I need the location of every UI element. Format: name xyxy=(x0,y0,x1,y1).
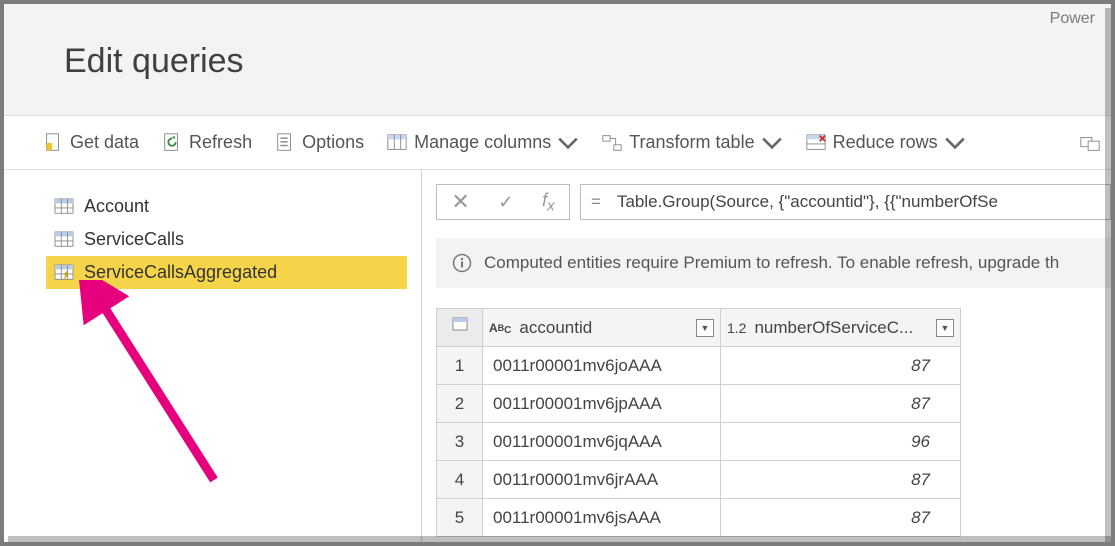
manage-columns-label: Manage columns xyxy=(414,132,551,153)
toolbar: Get data Refresh Options Manage columns … xyxy=(4,116,1111,170)
fx-icon[interactable]: fx xyxy=(542,190,555,215)
table-icon xyxy=(54,198,74,216)
table-row[interactable]: 10011r00001mv6joAAA87 xyxy=(437,347,961,385)
transform-icon xyxy=(601,132,623,154)
get-data-button[interactable]: Get data xyxy=(42,132,139,154)
query-name: ServiceCallsAggregated xyxy=(84,262,277,283)
query-name: ServiceCalls xyxy=(84,229,184,250)
reduce-rows-icon xyxy=(805,132,827,154)
cell[interactable]: 87 xyxy=(721,461,961,499)
table-row[interactable]: 40011r00001mv6jrAAA87 xyxy=(437,461,961,499)
page-icon xyxy=(42,132,64,154)
columns-icon xyxy=(386,132,408,154)
row-index[interactable]: 3 xyxy=(437,423,483,461)
number-type-icon: 1.2 xyxy=(727,320,746,336)
row-index[interactable]: 4 xyxy=(437,461,483,499)
table-icon xyxy=(54,264,74,282)
transform-table-button[interactable]: Transform table xyxy=(601,132,782,154)
text-type-icon: ABC xyxy=(489,321,511,335)
column-header[interactable]: 1.2 numberOfServiceC... ▼ xyxy=(721,309,961,347)
query-item[interactable]: ServiceCalls xyxy=(46,223,407,256)
page-title: Edit queries xyxy=(64,42,244,81)
query-name: Account xyxy=(84,196,149,217)
refresh-button[interactable]: Refresh xyxy=(161,132,252,154)
chevron-down-icon xyxy=(761,132,783,154)
cell[interactable]: 87 xyxy=(721,385,961,423)
premium-notice: Computed entities require Premium to ref… xyxy=(436,238,1111,288)
more-button[interactable] xyxy=(1079,132,1101,154)
row-index[interactable]: 5 xyxy=(437,499,483,537)
info-icon xyxy=(452,253,472,273)
column-header[interactable]: ABC accountid ▼ xyxy=(483,309,721,347)
row-index[interactable]: 1 xyxy=(437,347,483,385)
chevron-down-icon xyxy=(557,132,579,154)
query-item[interactable]: Account xyxy=(46,190,407,223)
formula-bar[interactable]: = Table.Group(Source, {"accountid"}, {{"… xyxy=(580,184,1111,220)
cell[interactable]: 87 xyxy=(721,347,961,385)
cell[interactable]: 0011r00001mv6jsAAA xyxy=(483,499,721,537)
queries-pane: Account ServiceCalls ServiceCallsAggregate… xyxy=(4,170,422,542)
column-name: accountid xyxy=(519,318,592,338)
refresh-label: Refresh xyxy=(189,132,252,153)
column-name: numberOfServiceC... xyxy=(754,318,913,338)
chevron-down-icon xyxy=(944,132,966,154)
table-row[interactable]: 30011r00001mv6jqAAA96 xyxy=(437,423,961,461)
options-label: Options xyxy=(302,132,364,153)
options-button[interactable]: Options xyxy=(274,132,364,154)
options-icon xyxy=(274,132,296,154)
refresh-icon xyxy=(161,132,183,154)
column-filter-button[interactable]: ▼ xyxy=(936,319,954,337)
row-index[interactable]: 2 xyxy=(437,385,483,423)
table-row[interactable]: 50011r00001mv6jsAAA87 xyxy=(437,499,961,537)
cell[interactable]: 0011r00001mv6jrAAA xyxy=(483,461,721,499)
reduce-rows-label: Reduce rows xyxy=(833,132,938,153)
table-icon xyxy=(54,231,74,249)
transform-table-label: Transform table xyxy=(629,132,754,153)
app-label: Power xyxy=(1050,10,1095,28)
manage-columns-button[interactable]: Manage columns xyxy=(386,132,579,154)
table-corner[interactable] xyxy=(437,309,483,347)
table-row[interactable]: 20011r00001mv6jpAAA87 xyxy=(437,385,961,423)
cell[interactable]: 96 xyxy=(721,423,961,461)
formula-controls: ✕ ✓ fx xyxy=(436,184,570,220)
merge-icon xyxy=(1079,132,1101,154)
formula-text: Table.Group(Source, {"accountid"}, {{"nu… xyxy=(617,192,998,212)
commit-icon[interactable]: ✓ xyxy=(498,192,513,213)
notice-text: Computed entities require Premium to ref… xyxy=(484,253,1059,273)
get-data-label: Get data xyxy=(70,132,139,153)
callout-arrow xyxy=(64,280,264,500)
column-filter-button[interactable]: ▼ xyxy=(696,319,714,337)
cell[interactable]: 87 xyxy=(721,499,961,537)
cell[interactable]: 0011r00001mv6jqAAA xyxy=(483,423,721,461)
data-table: ABCaccountid▼1.2numberOfServiceC...▼ 100… xyxy=(436,308,961,537)
cell[interactable]: 0011r00001mv6joAAA xyxy=(483,347,721,385)
query-item[interactable]: ServiceCallsAggregated xyxy=(46,256,407,289)
cell[interactable]: 0011r00001mv6jpAAA xyxy=(483,385,721,423)
cancel-icon[interactable]: ✕ xyxy=(451,189,469,215)
reduce-rows-button[interactable]: Reduce rows xyxy=(805,132,966,154)
